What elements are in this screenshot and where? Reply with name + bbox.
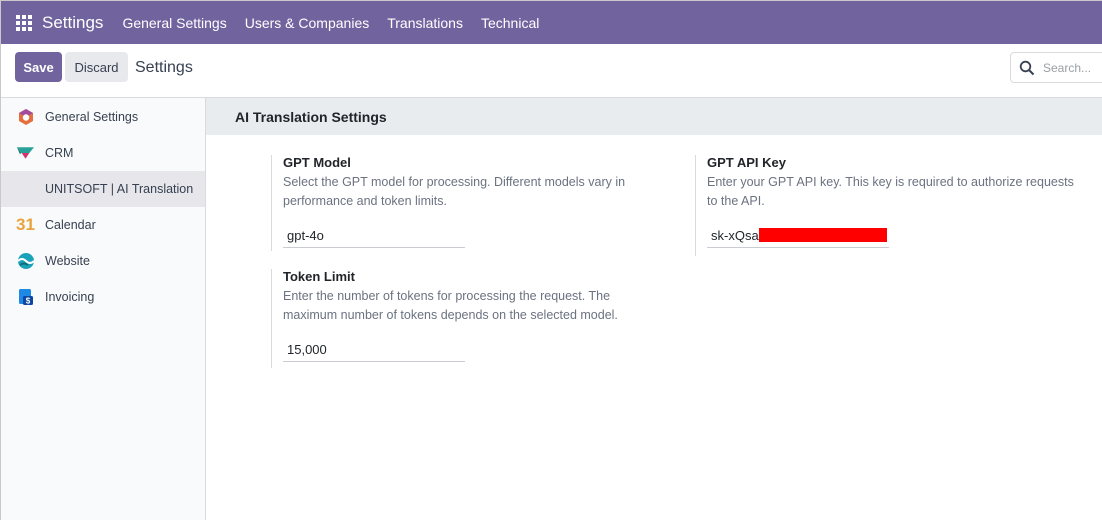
sidebar-item-ai-translation[interactable]: UNITSOFT | AI Translation (1, 171, 205, 207)
nav-translations[interactable]: Translations (387, 15, 463, 31)
save-button[interactable]: Save (15, 52, 62, 82)
sidebar-item-label: UNITSOFT | AI Translation (45, 182, 194, 196)
sidebar-item-label: Invoicing (45, 290, 95, 304)
settings-main: AI Translation Settings GPT Model Select… (206, 98, 1102, 520)
setting-title: GPT API Key (707, 155, 786, 170)
search-box[interactable]: Search... (1010, 52, 1102, 83)
nav-users-companies[interactable]: Users & Companies (245, 15, 370, 31)
sidebar-item-invoicing[interactable]: $ Invoicing (1, 279, 205, 315)
section-title: AI Translation Settings (206, 98, 1102, 135)
setting-title: Token Limit (283, 269, 355, 284)
search-icon (1019, 60, 1035, 76)
website-icon (16, 252, 35, 271)
top-navbar: Settings General Settings Users & Compan… (1, 1, 1102, 44)
odoo-hexagon-icon (16, 108, 35, 127)
discard-button[interactable]: Discard (65, 52, 128, 82)
svg-text:$: $ (25, 297, 30, 306)
app-brand[interactable]: Settings (42, 13, 103, 33)
setting-description: Enter your GPT API key. This key is requ… (707, 175, 1074, 208)
nav-technical[interactable]: Technical (481, 15, 539, 31)
sidebar-item-crm[interactable]: CRM (1, 135, 205, 171)
setting-description: Enter the number of tokens for processin… (283, 289, 618, 322)
settings-sidebar: General Settings CRM UNITSOFT | AI Trans… (1, 98, 206, 520)
invoicing-icon: $ (16, 288, 35, 307)
apps-grid-icon[interactable] (16, 14, 32, 31)
sidebar-item-calendar[interactable]: 31 Calendar (1, 207, 205, 243)
sidebar-item-website[interactable]: Website (1, 243, 205, 279)
sidebar-item-general-settings[interactable]: General Settings (1, 99, 205, 135)
sidebar-item-label: Calendar (45, 218, 96, 232)
setting-gpt-api-key: GPT API Key Enter your GPT API key. This… (695, 155, 1077, 256)
calendar-31-icon: 31 (16, 215, 35, 234)
sidebar-item-label: Website (45, 254, 90, 268)
setting-gpt-model: GPT Model Select the GPT model for proce… (271, 155, 633, 251)
redaction-mark (758, 228, 887, 242)
api-key-value: sk-xQsa (711, 227, 759, 243)
setting-token-limit: Token Limit Enter the number of tokens f… (271, 269, 633, 368)
search-input[interactable]: Search... (1043, 61, 1091, 75)
setting-description: Select the GPT model for processing. Dif… (283, 175, 626, 208)
gpt-model-field[interactable]: gpt-4o (283, 223, 465, 248)
token-limit-field[interactable]: 15,000 (283, 337, 465, 362)
sidebar-item-label: General Settings (45, 110, 139, 124)
sidebar-item-label: CRM (45, 146, 74, 160)
crm-icon (16, 144, 35, 163)
control-panel: Save Discard Settings Search... (1, 44, 1102, 98)
nav-general-settings[interactable]: General Settings (122, 15, 226, 31)
breadcrumb: Settings (135, 59, 193, 76)
gpt-api-key-field[interactable]: sk-xQsa (707, 223, 889, 248)
setting-title: GPT Model (283, 155, 351, 170)
